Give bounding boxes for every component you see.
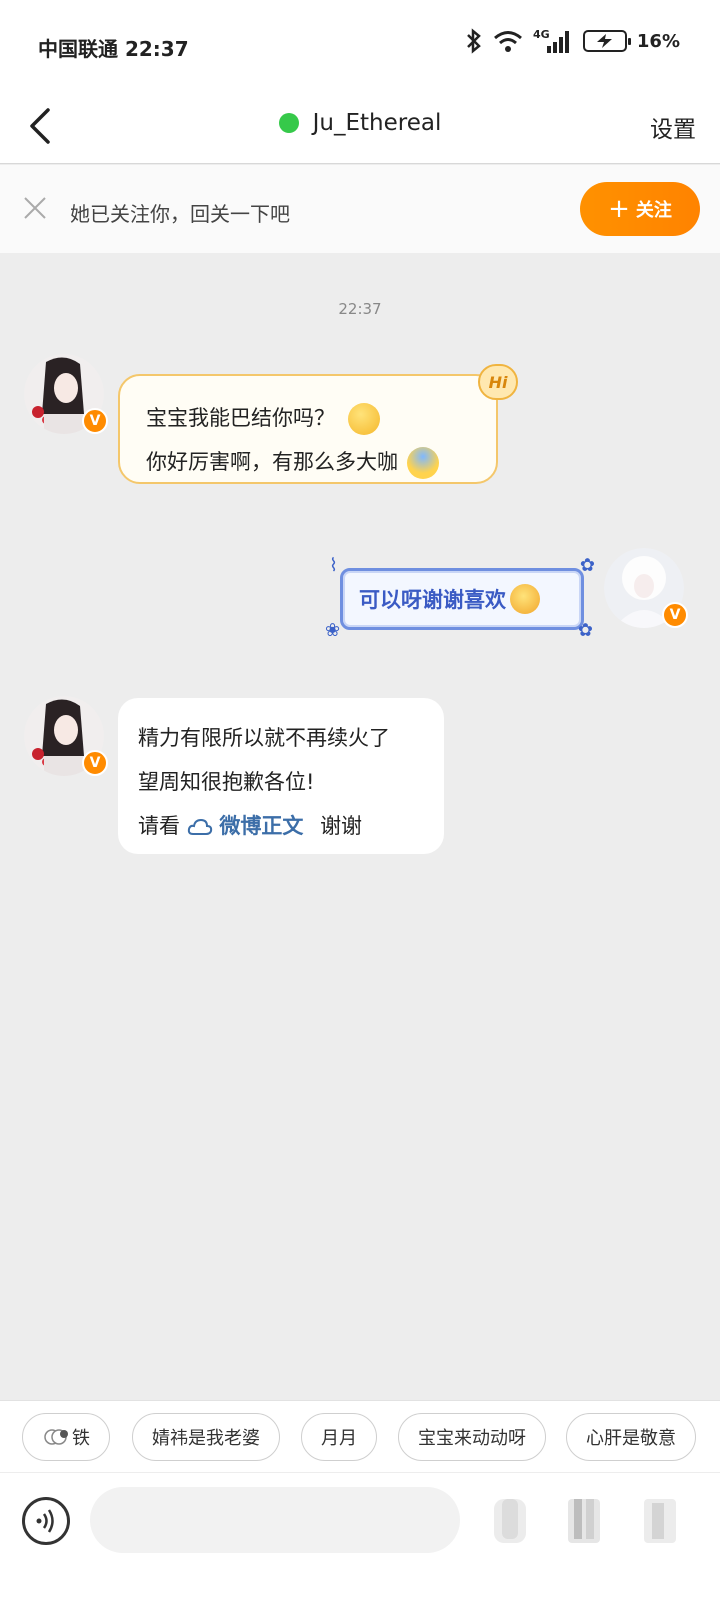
quick-reply-chip[interactable]: 心肝是敬意 <box>566 1413 696 1461</box>
carrier-time: 中国联通 22:37 <box>38 37 189 61</box>
quick-reply-label: 月月 <box>321 1428 357 1449</box>
cloud-link-icon <box>187 818 212 835</box>
weibo-post-link[interactable]: 微博正文 <box>219 814 303 838</box>
message-text: 你好厉害啊，有那么多大咖 <box>146 450 398 474</box>
kissing-heart-emoji-icon <box>510 584 540 614</box>
flower-decoration-icon: ✿ <box>579 555 595 576</box>
message-input[interactable] <box>90 1487 460 1553</box>
message-timestamp: 22:37 <box>338 300 382 318</box>
follow-back-banner: 她已关注你，回关一下吧 + 关注 <box>0 165 720 253</box>
message-text: 可以呀谢谢喜欢 <box>359 588 506 612</box>
battery-percent: 16% <box>636 30 680 52</box>
follow-back-text: 她已关注你，回关一下吧 <box>70 202 290 226</box>
scream-emoji-icon <box>406 447 439 479</box>
follow-button[interactable]: + 关注 <box>580 182 700 236</box>
quick-reply-bar: 铁 婧祎是我老婆 月月 宝宝来动动呀 心肝是敬意 <box>0 1400 720 1472</box>
quick-reply-chip[interactable]: 宝宝来动动呀 <box>398 1413 546 1461</box>
message-bubble-received[interactable]: Hi 宝宝我能巴结你吗？ 你好厉害啊，有那么多大咖 <box>118 364 518 484</box>
quick-reply-chip[interactable]: 婧祎是我老婆 <box>132 1413 280 1461</box>
flower-decoration-icon: ✿ <box>577 620 593 641</box>
quick-reply-label: 婧祎是我老婆 <box>152 1428 260 1449</box>
message-text: 望周知很抱歉各位! <box>138 770 315 794</box>
plus-icon[interactable] <box>640 1493 680 1547</box>
quick-reply-chip[interactable]: 铁 <box>22 1413 110 1461</box>
my-avatar[interactable]: V <box>604 548 688 628</box>
signal-icon: 4G <box>533 28 569 53</box>
message-line: 请看 微博正文 谢谢 <box>138 804 424 848</box>
emoji-icon[interactable] <box>490 1493 530 1547</box>
quick-reply-label: 心肝是敬意 <box>586 1428 676 1449</box>
thinking-emoji-icon <box>347 403 380 435</box>
quick-reply-label: 铁 <box>72 1428 90 1449</box>
status-icons: 4G 16% <box>465 28 680 54</box>
message-line: 你好厉害啊，有那么多大咖 <box>146 440 470 484</box>
verified-badge: V <box>662 602 688 628</box>
voice-icon[interactable] <box>22 1497 70 1545</box>
online-status-dot <box>278 113 299 133</box>
message-bubble-received[interactable]: 精力有限所以就不再续火了 望周知很抱歉各位! 请看 微博正文 谢谢 <box>118 698 444 854</box>
chat-header: Ju_Ethereal 设置 <box>0 90 720 164</box>
sheep-icon <box>44 1429 68 1445</box>
quick-reply-label: 宝宝来动动呀 <box>418 1428 526 1449</box>
settings-button[interactable]: 设置 <box>650 110 696 144</box>
ribbon-decoration-icon: ⌇ <box>329 555 338 576</box>
contact-name: Ju_Ethereal <box>312 110 442 136</box>
svg-text:4G: 4G <box>533 28 550 41</box>
verified-badge: V <box>82 750 108 776</box>
plus-icon: + <box>608 194 630 224</box>
message-text: 谢谢 <box>320 814 363 838</box>
message-text: 精力有限所以就不再续火了 <box>138 726 390 750</box>
verified-badge: V <box>82 408 108 434</box>
bluetooth-icon <box>467 28 481 54</box>
contact-title[interactable]: Ju_Ethereal <box>0 110 720 136</box>
message-text: 宝宝我能巴结你吗？ <box>146 406 335 430</box>
wifi-icon <box>493 31 522 52</box>
status-bar: 中国联通 22:37 4G 16% <box>0 0 720 90</box>
sender-avatar[interactable]: V <box>24 696 108 776</box>
hi-greeting-tag: Hi <box>478 364 518 400</box>
message-input-bar <box>0 1473 720 1604</box>
follow-button-label: 关注 <box>635 200 672 221</box>
quick-reply-chip[interactable]: 月月 <box>301 1413 377 1461</box>
image-icon[interactable] <box>564 1493 604 1547</box>
message-bubble-sent[interactable]: ⌇ ✿ ❀ ✿ 可以呀谢谢喜欢 <box>325 555 595 641</box>
flower-decoration-icon: ❀ <box>325 620 341 641</box>
battery-icon <box>582 30 631 52</box>
close-icon[interactable] <box>22 195 48 221</box>
message-line: 宝宝我能巴结你吗？ <box>146 396 470 440</box>
sender-avatar[interactable]: V <box>24 354 108 434</box>
message-text: 请看 <box>138 814 180 838</box>
